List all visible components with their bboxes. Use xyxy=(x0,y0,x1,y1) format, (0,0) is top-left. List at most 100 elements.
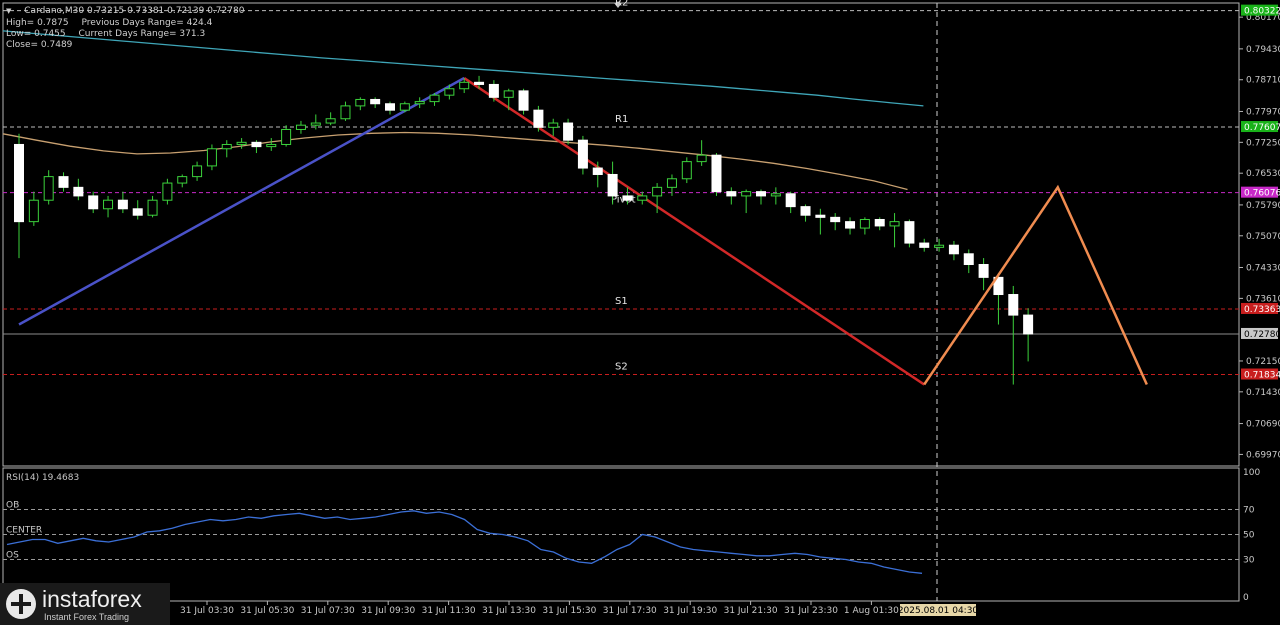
symbol-quote: Cardano,M30 0.73215 0.73381 0.72139 0.72… xyxy=(24,6,245,16)
zigzag-up-leg xyxy=(18,76,465,326)
candle-body xyxy=(592,167,603,175)
time-tick-label: 31 Jul 11:30 xyxy=(422,606,476,616)
candle-body xyxy=(73,186,84,197)
time-tick-label: 31 Jul 05:30 xyxy=(240,606,294,616)
candle-body xyxy=(206,148,217,167)
level-label-s2: S2 xyxy=(615,362,628,373)
zigzag-down-leg xyxy=(463,76,925,386)
candle-body xyxy=(978,264,989,278)
candle-body xyxy=(548,122,559,128)
current-time-tag-label: 2025.08.01 04:30 xyxy=(898,606,979,616)
candle-body xyxy=(236,141,247,145)
candle-body xyxy=(845,221,856,229)
time-tick-label: 31 Jul 21:30 xyxy=(724,606,778,616)
price-tag-label: 0.80322 xyxy=(1244,7,1280,17)
header-line-4: Close= 0.7489 xyxy=(6,40,82,50)
candle-body xyxy=(637,195,648,201)
price-tag-label: 0.72780 xyxy=(1244,330,1280,340)
price-tick-label: 0.75070 xyxy=(1246,232,1280,242)
candle-body xyxy=(177,176,188,184)
price-tick-label: 0.77970 xyxy=(1246,107,1280,117)
candle-body xyxy=(43,176,54,201)
time-tick-label: 1 Aug 01:30 xyxy=(844,606,899,616)
header-line-1: ▼ Cardano,M30 0.73215 0.73381 0.72139 0.… xyxy=(6,6,254,16)
price-tick-label: 0.75790 xyxy=(1246,201,1280,211)
price-tick-label: 0.72150 xyxy=(1246,357,1280,367)
level-label-s1: S1 xyxy=(615,296,628,307)
time-tick-label: 31 Jul 09:30 xyxy=(361,606,415,616)
candle-body xyxy=(429,94,440,103)
time-tick-label: 31 Jul 13:30 xyxy=(482,606,536,616)
candle-body xyxy=(666,178,677,188)
price-tick-label: 0.73610 xyxy=(1246,294,1280,304)
rsi-level-label: CENTER xyxy=(6,526,42,536)
candle-body xyxy=(859,218,870,229)
candle-body xyxy=(221,143,232,150)
rsi-tick-label: 50 xyxy=(1243,531,1255,541)
rsi-level-label: OB xyxy=(6,501,19,511)
time-tick-label: 31 Jul 15:30 xyxy=(542,606,596,616)
logo-tagline: Instant Forex Trading xyxy=(44,612,130,622)
high-value: High= 0.7875 xyxy=(6,18,69,28)
candle-body xyxy=(889,221,900,227)
candle-body xyxy=(1023,314,1034,335)
candle-body xyxy=(652,186,663,197)
candle-body xyxy=(563,122,574,141)
header-line-2: High= 0.7875 Previous Days Range= 424.4 xyxy=(6,18,222,28)
time-tick-label: 31 Jul 07:30 xyxy=(301,606,355,616)
candle-body xyxy=(192,165,203,178)
price-tick-label: 0.71430 xyxy=(1246,388,1280,398)
ma-short-line xyxy=(2,131,908,191)
instaforex-logo: instaforex Instant Forex Trading xyxy=(0,583,170,625)
candle-body xyxy=(696,154,707,163)
ma-long-line xyxy=(2,30,924,107)
candle-body xyxy=(103,199,114,210)
price-tag-label: 0.73363 xyxy=(1244,305,1280,315)
price-tick-label: 0.70690 xyxy=(1246,420,1280,430)
candle-body xyxy=(874,218,885,227)
candle-body xyxy=(132,208,143,216)
candle-body xyxy=(370,98,381,105)
candle-body xyxy=(444,88,455,96)
candle-body xyxy=(162,182,173,201)
candle-body xyxy=(948,244,959,255)
candle-body xyxy=(533,109,544,128)
price-tick-label: 0.79430 xyxy=(1246,45,1280,55)
collapse-triangle-icon[interactable]: ▼ xyxy=(6,7,11,15)
candle-body xyxy=(518,90,529,111)
candle-body xyxy=(117,199,128,210)
price-tag-label: 0.76076 xyxy=(1244,189,1280,199)
price-tick-label: 0.76530 xyxy=(1246,169,1280,179)
candle-body xyxy=(1008,294,1019,316)
candle-body xyxy=(399,103,410,111)
candle-body xyxy=(800,206,811,216)
candle-body xyxy=(741,191,752,197)
time-tick-label: 31 Jul 23:30 xyxy=(784,606,838,616)
candle-body xyxy=(459,81,470,90)
candle-body xyxy=(681,161,692,180)
candle-body xyxy=(756,191,766,197)
low-value: Low= 0.7455 xyxy=(6,29,66,39)
price-tick-label: 0.78710 xyxy=(1246,76,1280,86)
candle-body xyxy=(963,253,974,266)
logo-wordmark: instaforex xyxy=(42,586,142,612)
candle-body xyxy=(58,176,69,188)
rsi-tick-label: 100 xyxy=(1243,468,1260,478)
chart-canvas: R2R1PivotS1S2 0.801700.794300.787100.779… xyxy=(2,0,1280,616)
candle-body xyxy=(815,214,826,218)
time-tick-label: 31 Jul 03:30 xyxy=(180,606,234,616)
candle-body xyxy=(28,199,39,223)
candle-body xyxy=(726,191,737,197)
candle-body xyxy=(904,221,915,244)
candle-body xyxy=(934,244,945,248)
rsi-level-label: OS xyxy=(6,551,19,561)
rsi-tick-label: 30 xyxy=(1243,556,1255,566)
candle-body xyxy=(251,141,262,148)
price-tag-label: 0.77607 xyxy=(1244,123,1280,133)
candle-body xyxy=(577,139,588,169)
candle-body xyxy=(488,83,499,98)
candle-body xyxy=(830,216,841,223)
candle-body xyxy=(770,193,781,197)
candle-body xyxy=(325,118,336,124)
level-label-r1: R1 xyxy=(615,114,628,125)
